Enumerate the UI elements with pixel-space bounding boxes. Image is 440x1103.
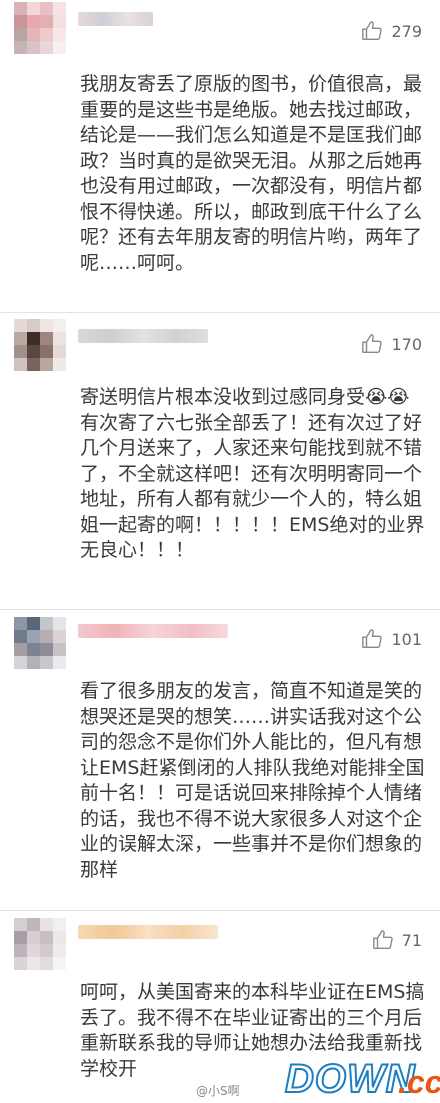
like-button[interactable]: 101 — [361, 628, 422, 650]
divider — [0, 312, 440, 313]
like-button[interactable]: 71 — [372, 929, 422, 951]
avatar[interactable] — [14, 319, 66, 371]
comment-text: 我朋友寄丢了原版的图书，价值很高，最重要的是这些书是绝版。她去找过邮政，结论是—… — [80, 73, 423, 274]
divider — [0, 609, 440, 610]
watermark-tld: .cc — [398, 1064, 440, 1100]
watermark-brand: DOWN — [284, 1056, 416, 1102]
thumbs-up-icon — [362, 21, 383, 40]
username-blurred[interactable] — [78, 624, 228, 638]
like-count: 170 — [391, 334, 422, 354]
avatar[interactable] — [14, 2, 66, 54]
like-count: 71 — [401, 930, 422, 950]
username-blurred[interactable] — [78, 329, 208, 343]
weibo-handle: @小S啊 — [196, 1084, 240, 1098]
avatar[interactable] — [14, 617, 66, 669]
divider — [0, 910, 440, 911]
username-blurred[interactable] — [78, 925, 218, 939]
thumbs-up-icon — [362, 629, 383, 648]
username-blurred[interactable] — [78, 12, 153, 26]
like-count: 279 — [391, 21, 422, 41]
thumbs-up-icon — [362, 334, 383, 353]
like-count: 101 — [391, 629, 422, 649]
like-button[interactable]: 279 — [361, 20, 422, 42]
comment-text: 看了很多朋友的发言，简直不知道是笑的想哭还是哭的想笑……讲实话我对这个公司的怨念… — [80, 680, 425, 881]
like-button[interactable]: 170 — [361, 333, 422, 355]
thumbs-up-icon — [372, 930, 393, 949]
avatar[interactable] — [14, 918, 66, 970]
comment-text: 寄送明信片根本没收到过感同身受😭😭有次寄了六七张全部丢了！还有次过了好几个月送来… — [80, 386, 425, 561]
